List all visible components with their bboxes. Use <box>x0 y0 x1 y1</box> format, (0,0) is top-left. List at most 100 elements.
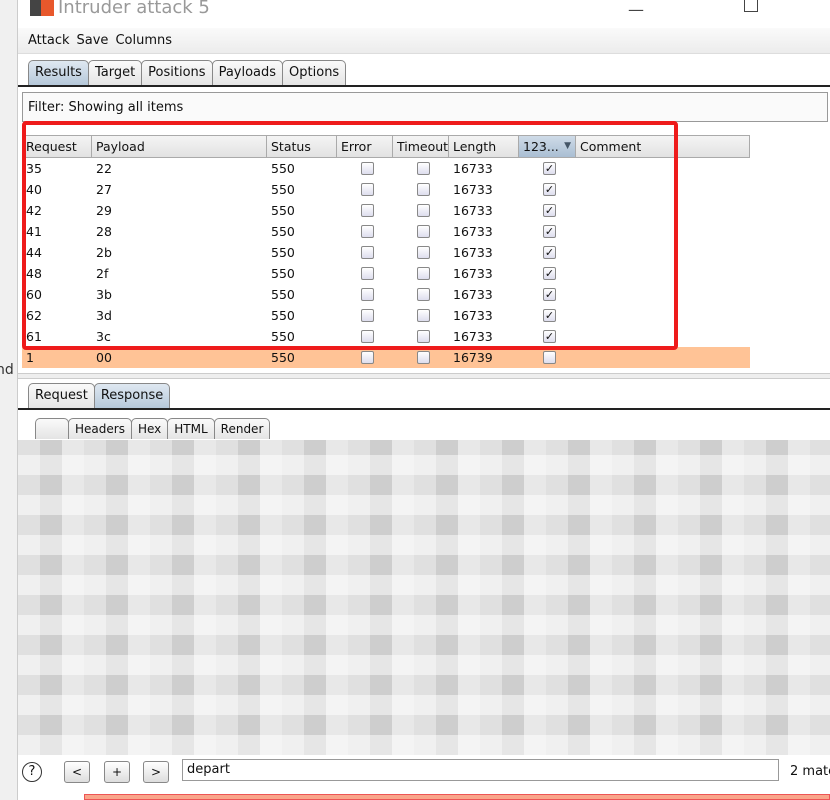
next-match-button[interactable]: > <box>143 761 169 783</box>
cell-length: 16733 <box>453 308 493 323</box>
tab-headers[interactable]: Headers <box>68 418 132 439</box>
checkbox-timeout[interactable] <box>416 330 430 343</box>
cell-match: ✓ <box>519 284 576 305</box>
help-icon[interactable]: ? <box>22 762 42 782</box>
search-input[interactable]: depart <box>182 759 779 781</box>
checkbox-error[interactable] <box>360 267 374 280</box>
checkbox-match[interactable]: ✓ <box>543 183 556 196</box>
checkbox-timeout[interactable] <box>416 309 430 322</box>
maximize-icon[interactable] <box>744 0 758 12</box>
table-row[interactable]: 48 2f 550 16733 ✓ <box>22 263 750 284</box>
cell-status: 550 <box>271 287 295 302</box>
checkbox-error[interactable] <box>360 204 374 217</box>
response-tabs: Headers Hex HTML Render <box>35 418 271 439</box>
checkbox-timeout[interactable] <box>416 267 430 280</box>
checkbox-error[interactable] <box>360 351 374 364</box>
cell-comment <box>576 305 750 326</box>
checkbox-error[interactable] <box>360 183 374 196</box>
checkbox-timeout[interactable] <box>416 246 430 259</box>
checkbox-timeout[interactable] <box>416 351 430 364</box>
tab-options[interactable]: Options <box>282 60 347 86</box>
checkbox-timeout[interactable] <box>416 204 430 217</box>
cell-error <box>337 179 393 200</box>
checkbox-timeout[interactable] <box>416 183 430 196</box>
tab-request[interactable]: Request <box>28 383 95 409</box>
cell-match: ✓ <box>519 221 576 242</box>
table-row[interactable]: 35 22 550 16733 ✓ <box>22 158 750 179</box>
table-row[interactable]: 41 28 550 16733 ✓ <box>22 221 750 242</box>
checkbox-error[interactable] <box>360 225 374 238</box>
cell-status: 550 <box>271 203 295 218</box>
minimize-icon[interactable]: — <box>628 0 644 19</box>
table-row[interactable]: 44 2b 550 16733 ✓ <box>22 242 750 263</box>
column-header-error[interactable]: Error <box>337 136 393 157</box>
previous-match-button[interactable]: < <box>64 761 90 783</box>
checkbox-timeout[interactable] <box>416 288 430 301</box>
tab-html[interactable]: HTML <box>167 418 215 439</box>
checkbox-error[interactable] <box>360 330 374 343</box>
cell-status: 550 <box>271 224 295 239</box>
checkbox-match[interactable]: ✓ <box>543 267 556 280</box>
cell-comment <box>576 347 750 368</box>
results-table: Request Payload Status Error Timeout Length 12… <box>22 135 750 368</box>
cell-timeout <box>393 158 449 179</box>
tab-results[interactable]: Results <box>28 60 89 86</box>
tab-render[interactable]: Render <box>213 418 271 439</box>
tab-payloads[interactable]: Payloads <box>211 60 284 86</box>
title-bar: Intruder attack 5 — <box>18 0 830 28</box>
cell-payload: 2f <box>96 266 109 281</box>
column-header-request[interactable]: Request <box>22 136 92 157</box>
column-header-status[interactable]: Status <box>267 136 337 157</box>
cell-comment <box>576 242 750 263</box>
cell-status: 550 <box>271 161 295 176</box>
checkbox-match[interactable]: ✓ <box>543 309 556 322</box>
checkbox-timeout[interactable] <box>416 225 430 238</box>
column-header-match[interactable]: 123... ▼ <box>519 136 576 157</box>
tab-target[interactable]: Target <box>87 60 143 86</box>
filter-bar[interactable]: Filter: Showing all items <box>22 92 828 122</box>
checkbox-error[interactable] <box>360 309 374 322</box>
tab-hex[interactable]: Hex <box>130 418 169 439</box>
checkbox-match[interactable]: ✓ <box>543 225 556 238</box>
checkbox-match[interactable]: ✓ <box>543 330 556 343</box>
search-bar: ? < + > depart 2 matc <box>18 756 830 790</box>
checkbox-match[interactable]: ✓ <box>543 246 556 259</box>
checkbox-match[interactable]: ✓ <box>543 204 556 217</box>
cell-match: ✓ <box>519 326 576 347</box>
checkbox-error[interactable] <box>360 246 374 259</box>
cell-comment <box>576 263 750 284</box>
checkbox-error[interactable] <box>360 288 374 301</box>
table-row[interactable]: 42 29 550 16733 ✓ <box>22 200 750 221</box>
tab-response[interactable]: Response <box>93 383 171 409</box>
checkbox-error[interactable] <box>360 162 374 175</box>
column-header-timeout[interactable]: Timeout <box>393 136 449 157</box>
cell-timeout <box>393 200 449 221</box>
column-header-comment[interactable]: Comment <box>576 136 750 157</box>
checkbox-timeout[interactable] <box>416 162 430 175</box>
splitter-handle[interactable] <box>18 373 830 379</box>
menu-attack[interactable]: Attack <box>28 28 70 54</box>
cell-status: 550 <box>271 245 295 260</box>
table-row[interactable]: 60 3b 550 16733 ✓ <box>22 284 750 305</box>
divider <box>18 85 830 87</box>
checkbox-match[interactable]: ✓ <box>543 288 556 301</box>
cell-request: 61 <box>26 329 42 344</box>
divider <box>18 408 830 410</box>
cell-length: 16739 <box>453 350 493 365</box>
checkbox-match[interactable] <box>543 351 556 364</box>
tab-raw[interactable] <box>35 418 69 439</box>
table-row[interactable]: 1 00 550 16739 <box>22 347 750 368</box>
cell-payload: 3d <box>96 308 112 323</box>
table-row[interactable]: 61 3c 550 16733 ✓ <box>22 326 750 347</box>
column-header-length[interactable]: Length <box>449 136 519 157</box>
cell-timeout <box>393 179 449 200</box>
column-header-payload[interactable]: Payload <box>92 136 267 157</box>
menu-save[interactable]: Save <box>77 28 109 54</box>
menu-columns[interactable]: Columns <box>115 28 172 54</box>
checkbox-match[interactable]: ✓ <box>543 162 556 175</box>
tab-positions[interactable]: Positions <box>141 60 213 86</box>
table-row[interactable]: 62 3d 550 16733 ✓ <box>22 305 750 326</box>
add-button[interactable]: + <box>104 761 130 783</box>
table-row[interactable]: 40 27 550 16733 ✓ <box>22 179 750 200</box>
background-window: nd <box>0 0 18 800</box>
